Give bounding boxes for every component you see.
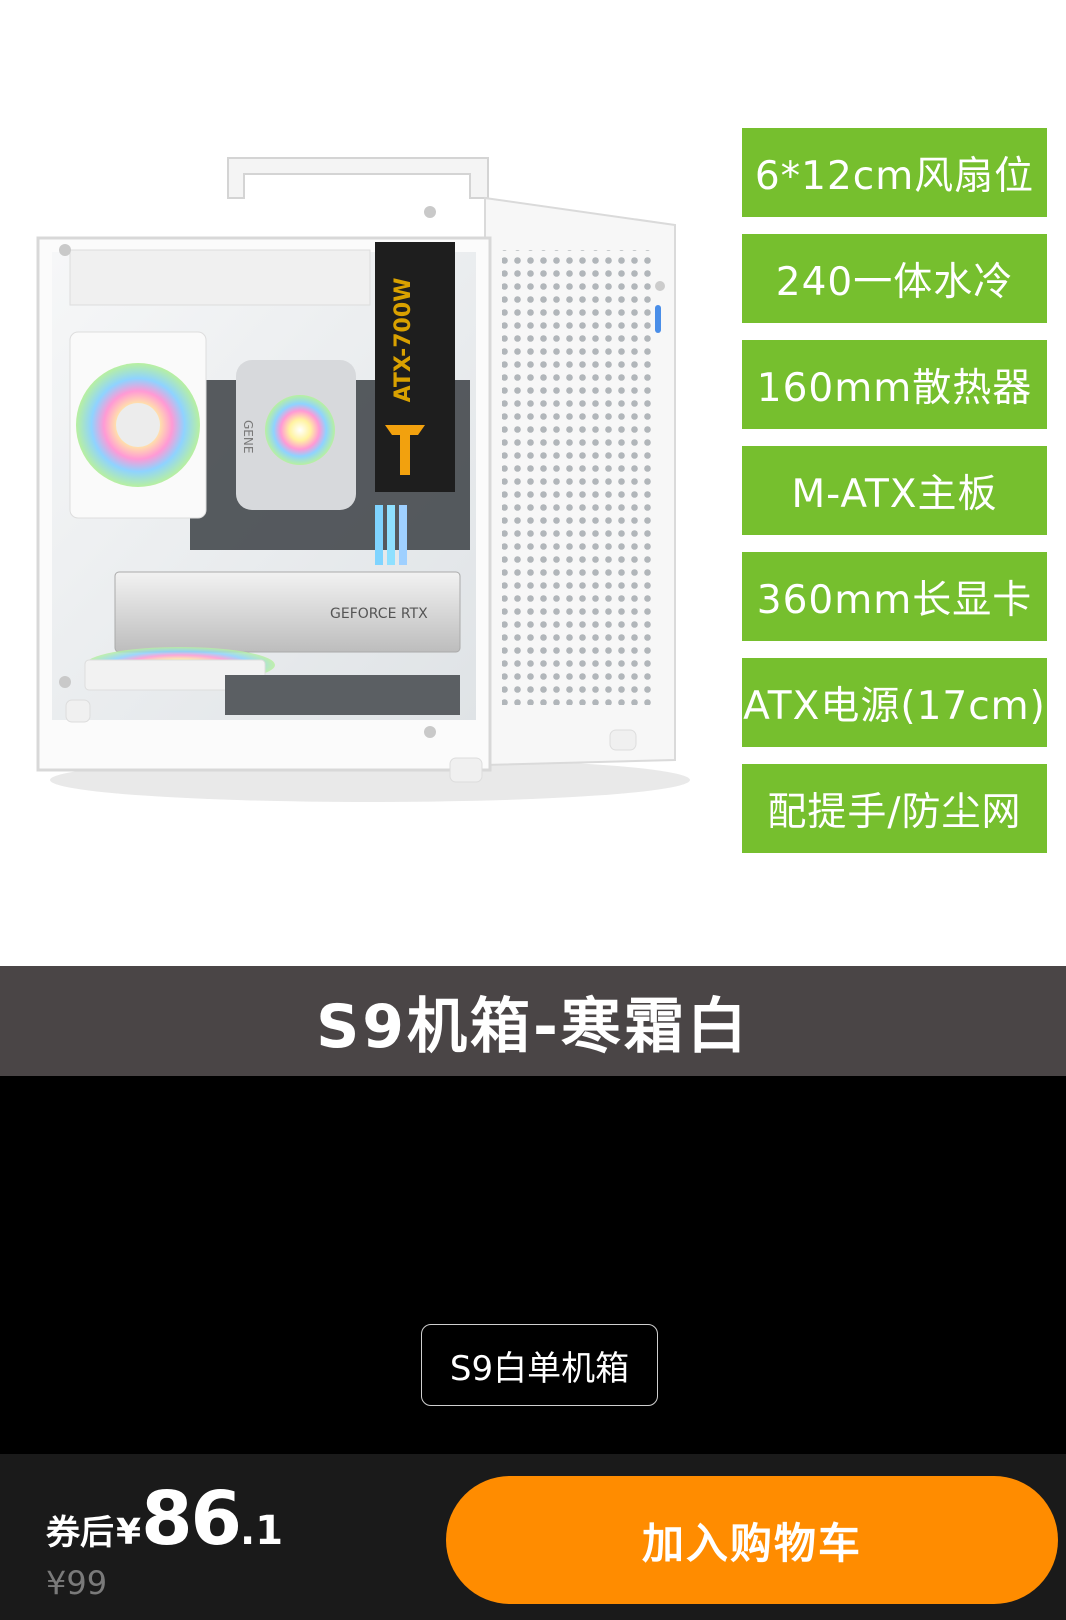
add-to-cart-button[interactable]: 加入购物车 xyxy=(446,1476,1058,1604)
feature-tag: ATX电源(17cm) xyxy=(742,658,1047,747)
variant-option-selected[interactable]: S9白单机箱 xyxy=(421,1324,658,1406)
price-integer: 86 xyxy=(141,1476,242,1562)
price-decimal: .1 xyxy=(240,1508,284,1554)
coupon-price: 券后 ¥ 86 .1 xyxy=(46,1476,283,1562)
product-image: ATX-700W GENE GEFORCE RTX 6*12cm风扇位 240一… xyxy=(0,0,1066,966)
feature-tag: 6*12cm风扇位 xyxy=(742,128,1047,217)
feature-tag: 160mm散热器 xyxy=(742,340,1047,429)
feature-list: 6*12cm风扇位 240一体水冷 160mm散热器 M-ATX主板 360mm… xyxy=(742,128,1047,870)
variant-selector: S9白单机箱 xyxy=(0,1076,1066,1454)
pc-case-illustration: ATX-700W GENE GEFORCE RTX xyxy=(36,157,690,802)
product-title-banner: S9机箱-寒霜白 xyxy=(0,966,1066,1076)
gpu-label: GEFORCE RTX xyxy=(330,606,428,622)
feature-tag: 配提手/防尘网 xyxy=(742,764,1047,853)
original-price: ¥99 xyxy=(46,1564,108,1602)
price-block: 券后 ¥ 86 .1 ¥99 xyxy=(46,1476,283,1602)
currency-symbol: ¥ xyxy=(116,1512,142,1553)
feature-tag: M-ATX主板 xyxy=(742,446,1047,535)
psu-label: ATX-700W xyxy=(391,278,416,403)
price-prefix: 券后 xyxy=(46,1513,114,1553)
feature-tag: 360mm长显卡 xyxy=(742,552,1047,641)
board-label: GENE xyxy=(241,420,255,453)
purchase-bar: 券后 ¥ 86 .1 ¥99 加入购物车 xyxy=(0,1454,1066,1620)
feature-tag: 240一体水冷 xyxy=(742,234,1047,323)
